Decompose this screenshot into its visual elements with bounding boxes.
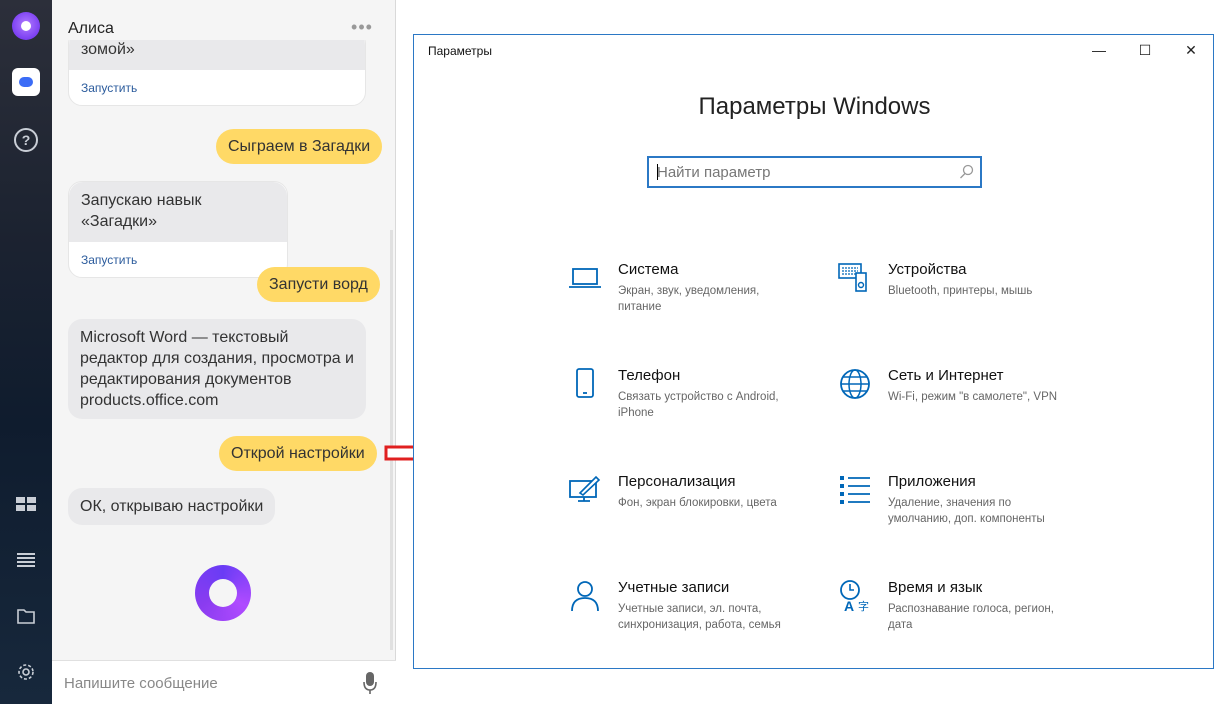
devices-icon	[838, 263, 867, 292]
page-title: Параметры Windows	[698, 93, 931, 120]
tile-personalization[interactable]: Персонализация Фон, экран блокировки, цв…	[568, 473, 818, 543]
tile-devices[interactable]: Устройства Bluetooth, принтеры, мышь	[838, 261, 1088, 331]
tile-description: Экран, звук, уведомления, питание	[618, 285, 760, 313]
chat-title: Алиса	[68, 20, 114, 37]
tile-description: Удаление, значения по умолчанию, доп. ко…	[888, 497, 1045, 525]
window-title: Параметры	[428, 44, 492, 58]
maximize-button[interactable]: ☐	[1122, 35, 1168, 65]
svg-text:A: A	[844, 598, 854, 613]
tile-accounts[interactable]: Учетные записи Учетные записи, эл. почта…	[568, 579, 818, 649]
message-text: Запускаю навык «Загадки»	[69, 182, 287, 242]
alice-chat-panel: Алиса ••• зомой» Запустить Сыграем в Заг…	[52, 0, 396, 704]
tile-system[interactable]: Система Экран, звук, уведомления, питани…	[568, 261, 818, 331]
tile-title: Устройства	[888, 261, 967, 278]
tiles-icon[interactable]	[10, 488, 42, 520]
message-input-bar	[52, 660, 396, 704]
tile-description: Распознавание голоса, регион, дата	[888, 603, 1054, 631]
tile-time-language[interactable]: A字 Время и язык Распознавание голоса, ре…	[838, 579, 1088, 649]
tile-description: Wi-Fi, режим "в самолете", VPN	[888, 391, 1058, 403]
tile-apps[interactable]: Приложения Удаление, значения по умолчан…	[838, 473, 1088, 543]
user-message: Сыграем в Загадки	[216, 129, 383, 164]
user-icon	[571, 581, 599, 612]
folder-icon[interactable]	[10, 600, 42, 632]
tile-title: Время и язык	[888, 579, 983, 596]
apps-icon	[840, 476, 870, 504]
text-caret	[657, 164, 658, 180]
minimize-button[interactable]: —	[1076, 35, 1122, 65]
more-options-icon[interactable]: •••	[350, 16, 374, 38]
search-icon[interactable]	[959, 164, 975, 180]
svg-text:字: 字	[858, 599, 869, 613]
launch-link[interactable]: Запустить	[81, 242, 275, 271]
tile-phone[interactable]: Телефон Связать устройство с Android, iP…	[568, 367, 818, 437]
close-button[interactable]: ✕	[1168, 35, 1214, 65]
launch-link[interactable]: Запустить	[81, 70, 353, 99]
tile-title: Система	[618, 261, 679, 278]
alice-logo-icon[interactable]	[12, 12, 40, 40]
time-language-icon: A字	[840, 580, 869, 613]
tile-title: Телефон	[618, 367, 681, 384]
personalization-icon	[569, 475, 601, 502]
svg-text:?: ?	[22, 132, 31, 148]
settings-gear-icon[interactable]	[10, 656, 42, 688]
message-text: зомой»	[69, 40, 365, 70]
chat-icon[interactable]	[12, 68, 40, 96]
phone-icon	[576, 368, 594, 398]
tile-title: Приложения	[888, 473, 976, 490]
alice-message: ОК, открываю настройки	[68, 488, 276, 525]
search-input[interactable]	[657, 162, 947, 182]
desktop: ? Алиса ••• зомой» Запустить Сыграем в З…	[0, 0, 1220, 704]
microphone-icon[interactable]	[362, 671, 378, 695]
globe-icon	[840, 369, 870, 399]
alice-sidebar: ?	[0, 0, 52, 704]
settings-search-box	[647, 156, 982, 188]
tile-title: Персонализация	[618, 473, 736, 490]
tile-title: Учетные записи	[618, 579, 730, 596]
tile-description: Фон, экран блокировки, цвета	[618, 497, 777, 509]
alice-message-card: Запускаю навык «Загадки» Запустить	[68, 181, 288, 278]
tile-description: Связать устройство с Android, iPhone	[618, 391, 779, 419]
user-message: Запусти ворд	[257, 267, 380, 302]
user-message: Открой настройки	[219, 436, 377, 471]
tile-title: Сеть и Интернет	[888, 367, 1004, 384]
alice-message: Microsoft Word — текстовый редактор для …	[68, 319, 366, 419]
tile-network[interactable]: Сеть и Интернет Wi-Fi, режим "в самолете…	[838, 367, 1088, 437]
tile-description: Учетные записи, эл. почта, синхронизация…	[618, 603, 781, 631]
message-input[interactable]	[64, 671, 354, 695]
list-icon[interactable]	[10, 544, 42, 576]
alice-voice-button[interactable]	[195, 565, 251, 621]
alice-message-card: зомой» Запустить	[68, 40, 366, 106]
tile-description: Bluetooth, принтеры, мышь	[888, 285, 1033, 297]
help-icon[interactable]: ?	[10, 124, 42, 156]
settings-window: Параметры — ☐ ✕ Параметры Windows Систем…	[413, 34, 1214, 669]
laptop-icon	[569, 268, 601, 288]
